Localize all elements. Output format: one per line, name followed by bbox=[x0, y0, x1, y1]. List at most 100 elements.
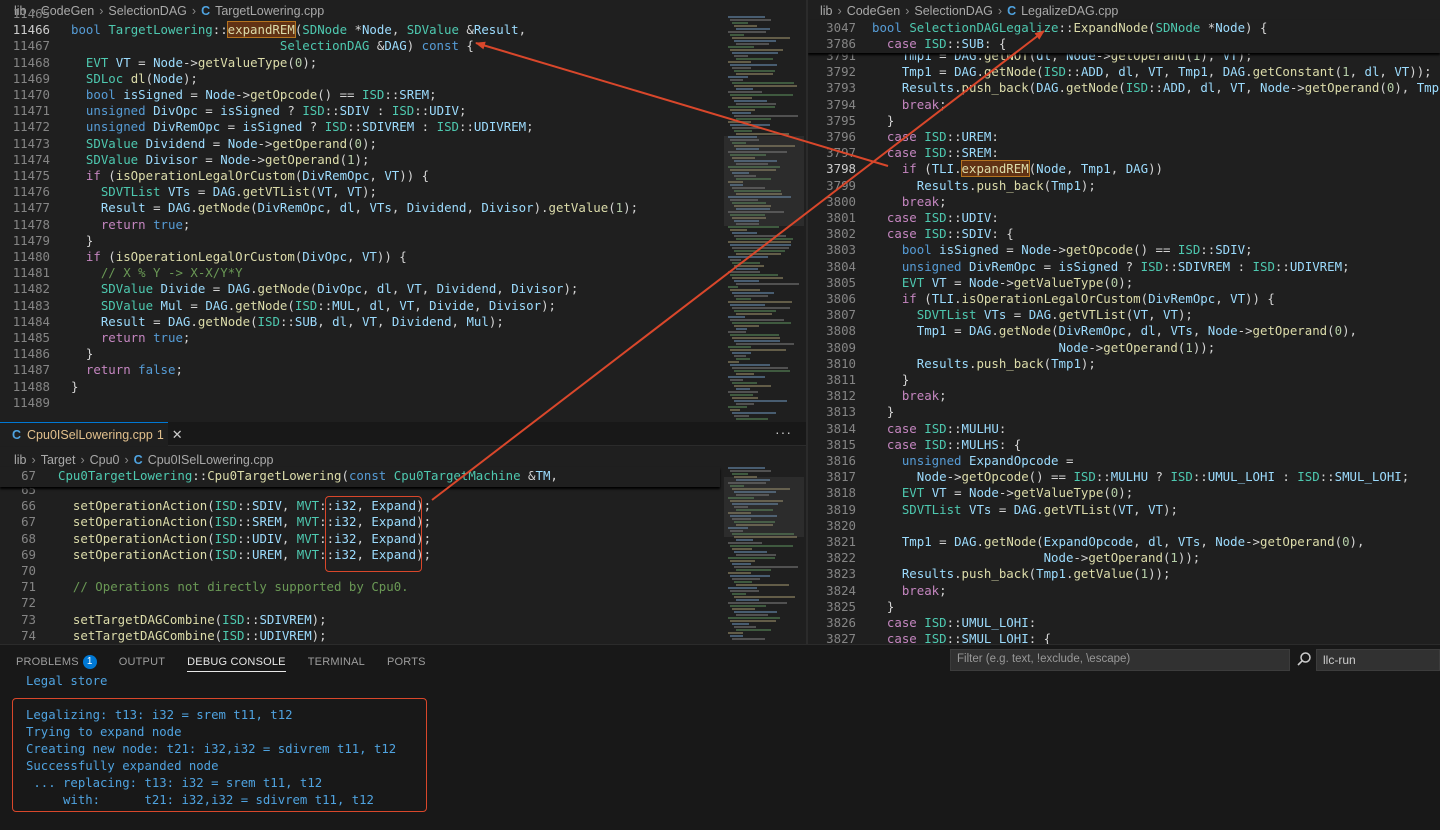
code-line[interactable]: 3806 if (TLI.isOperationLegalOrCustom(Di… bbox=[808, 291, 1440, 307]
code-line[interactable]: 11475 if (isOperationLegalOrCustom(DivRe… bbox=[0, 168, 806, 184]
code-line[interactable]: 11478 return true; bbox=[0, 217, 806, 233]
code-text: Results.push_back(DAG.getNode(ISD::ADD, … bbox=[901, 80, 1440, 96]
breadcrumb-item[interactable]: SelectionDAG bbox=[914, 4, 993, 18]
more-actions-icon[interactable]: ··· bbox=[775, 424, 792, 440]
code-line[interactable]: 3800 break; bbox=[808, 194, 1440, 210]
code-line[interactable]: 11473 SDValue Dividend = Node->getOperan… bbox=[0, 136, 806, 152]
code-line[interactable]: 3822 Node->getOperand(1)); bbox=[808, 550, 1440, 566]
breadcrumb-item[interactable]: LegalizeDAG.cpp bbox=[1021, 4, 1118, 18]
breadcrumb-item[interactable]: CodeGen bbox=[847, 4, 901, 18]
code-line[interactable]: 3802 case ISD::SDIV: { bbox=[808, 226, 1440, 242]
code-line[interactable]: 11467 SelectionDAG &DAG) const { bbox=[0, 38, 806, 54]
code-line[interactable]: 72 bbox=[0, 595, 806, 611]
search-icon[interactable] bbox=[1296, 651, 1312, 667]
panel-tab-output[interactable]: OUTPUT bbox=[119, 652, 165, 672]
code-line[interactable]: 3796 case ISD::UREM: bbox=[808, 129, 1440, 145]
panel-tab-terminal[interactable]: TERMINAL bbox=[308, 652, 365, 672]
code-line[interactable]: 11480 if (isOperationLegalOrCustom(DivOp… bbox=[0, 249, 806, 265]
debug-filter-input[interactable]: Filter (e.g. text, !exclude, \escape) bbox=[950, 649, 1290, 671]
code-line[interactable]: 3810 Results.push_back(Tmp1); bbox=[808, 356, 1440, 372]
code-line[interactable]: 3797 case ISD::SREM: bbox=[808, 145, 1440, 161]
code-line[interactable]: 3793 Results.push_back(DAG.getNode(ISD::… bbox=[808, 80, 1440, 96]
code-line[interactable]: 11484 Result = DAG.getNode(ISD::SUB, dl,… bbox=[0, 314, 806, 330]
breadcrumb-item[interactable]: Target bbox=[41, 453, 76, 467]
sticky-scroll-header[interactable]: 67 Cpu0TargetLowering::Cpu0TargetLowering… bbox=[0, 467, 720, 487]
editor-legalize-dag[interactable]: lib › CodeGen › SelectionDAG › C LegalizeDA… bbox=[808, 0, 1440, 644]
code-line[interactable]: 11482 SDValue Divide = DAG.getNode(DivOp… bbox=[0, 281, 806, 297]
code-line[interactable]: 11476 SDVTList VTs = DAG.getVTList(VT, V… bbox=[0, 184, 806, 200]
code-line[interactable]: 3799 Results.push_back(Tmp1); bbox=[808, 178, 1440, 194]
minimap-line bbox=[736, 298, 751, 300]
breadcrumb-item[interactable]: lib bbox=[14, 453, 27, 467]
line-number: 3813 bbox=[826, 404, 856, 420]
code-line[interactable]: 11472 unsigned DivRemOpc = isSigned ? IS… bbox=[0, 119, 806, 135]
code-line[interactable]: 3801 case ISD::UDIV: bbox=[808, 210, 1440, 226]
minimap-line bbox=[734, 596, 795, 598]
sticky-scroll-header[interactable]: 3047 bool SelectionDAGLegalize::ExpandNod… bbox=[808, 20, 1440, 53]
code-line[interactable]: 11470 bool isSigned = Node->getOpcode() … bbox=[0, 87, 806, 103]
editor-target-lowering[interactable]: lib › CodeGen › SelectionDAG › C TargetLowe… bbox=[0, 0, 806, 422]
code-area[interactable]: 3791 Tmp1 = DAG.getNOT(dl, Node->getOper… bbox=[808, 20, 1440, 644]
code-line[interactable]: 3809 Node->getOperand(1)); bbox=[808, 340, 1440, 356]
minimap-viewport[interactable] bbox=[724, 477, 804, 537]
debug-session-select[interactable]: llc-run bbox=[1316, 649, 1440, 671]
code-line[interactable]: 74 setTargetDAGCombine(ISD::UDIVREM); bbox=[0, 628, 806, 644]
code-line[interactable]: 11488} bbox=[0, 379, 806, 395]
code-line[interactable]: 3827 case ISD::SMUL_LOHI: { bbox=[808, 631, 1440, 644]
code-line[interactable]: 11474 SDValue Divisor = Node->getOperand… bbox=[0, 152, 806, 168]
code-line[interactable]: 3814 case ISD::MULHU: bbox=[808, 421, 1440, 437]
code-line[interactable]: 3824 break; bbox=[808, 583, 1440, 599]
code-line[interactable]: 3821 Tmp1 = DAG.getNode(ExpandOpcode, dl… bbox=[808, 534, 1440, 550]
minimap-viewport[interactable] bbox=[724, 136, 804, 226]
code-line[interactable]: 3819 SDVTList VTs = DAG.getVTList(VT, VT… bbox=[808, 502, 1440, 518]
code-line[interactable]: 3818 EVT VT = Node->getValueType(0); bbox=[808, 485, 1440, 501]
code-line[interactable]: 11466 bool TargetLowering::expandREM(SDNo… bbox=[0, 21, 806, 39]
code-line[interactable]: 11483 SDValue Mul = DAG.getNode(ISD::MUL… bbox=[0, 298, 806, 314]
panel-tab-ports[interactable]: PORTS bbox=[387, 652, 426, 672]
code-line[interactable]: 3811 } bbox=[808, 372, 1440, 388]
code-line[interactable]: 3803 bool isSigned = Node->getOpcode() =… bbox=[808, 242, 1440, 258]
code-line[interactable]: 71 // Operations not directly supported … bbox=[0, 579, 806, 595]
code-line[interactable]: 11489 bbox=[0, 395, 806, 411]
code-area[interactable]: 11465 11466 bool TargetLowering::expandREM… bbox=[0, 6, 806, 422]
code-line[interactable]: 3808 Tmp1 = DAG.getNode(DivRemOpc, dl, V… bbox=[808, 323, 1440, 339]
line-number: 73 bbox=[21, 611, 36, 627]
code-line[interactable]: 3798 if (TLI.expandREM(Node, Tmp1, DAG)) bbox=[808, 160, 1440, 178]
code-line[interactable]: 3815 case ISD::MULHS: { bbox=[808, 437, 1440, 453]
minimap[interactable] bbox=[724, 16, 804, 422]
panel-tab-problems[interactable]: PROBLEMS 1 bbox=[16, 652, 97, 672]
code-line[interactable]: 3795 } bbox=[808, 113, 1440, 129]
breadcrumb-item[interactable]: Cpu0 bbox=[90, 453, 120, 467]
code-line[interactable]: 11481 // X % Y -> X-X/Y*Y bbox=[0, 265, 806, 281]
code-line[interactable]: 11487 return false; bbox=[0, 362, 806, 378]
code-line[interactable]: 3826 case ISD::UMUL_LOHI: bbox=[808, 615, 1440, 631]
code-line[interactable]: 11465 bbox=[0, 6, 806, 22]
tab-cpu0-isel-lowering[interactable]: C Cpu0ISelLowering.cpp 1 ✕ bbox=[0, 422, 183, 446]
code-line[interactable]: 11469 SDLoc dl(Node); bbox=[0, 71, 806, 87]
code-line[interactable]: 3816 unsigned ExpandOpcode = bbox=[808, 453, 1440, 469]
minimap[interactable] bbox=[724, 467, 804, 644]
code-line[interactable]: 11468 EVT VT = Node->getValueType(0); bbox=[0, 55, 806, 71]
code-line[interactable]: 11477 Result = DAG.getNode(DivRemOpc, dl… bbox=[0, 200, 806, 216]
code-line[interactable]: 3817 Node->getOpcode() == ISD::MULHU ? I… bbox=[808, 469, 1440, 485]
close-icon[interactable]: ✕ bbox=[172, 427, 183, 443]
code-line[interactable]: 3825 } bbox=[808, 599, 1440, 615]
code-line[interactable]: 3794 break; bbox=[808, 97, 1440, 113]
breadcrumb-item[interactable]: lib bbox=[820, 4, 833, 18]
code-line[interactable]: 3804 unsigned DivRemOpc = isSigned ? ISD… bbox=[808, 259, 1440, 275]
breadcrumb-item[interactable]: Cpu0ISelLowering.cpp bbox=[148, 453, 274, 467]
code-line[interactable]: 11479 } bbox=[0, 233, 806, 249]
code-line[interactable]: 3813 } bbox=[808, 404, 1440, 420]
code-line[interactable]: 3820 bbox=[808, 518, 1440, 534]
code-line[interactable]: 3823 Results.push_back(Tmp1.getValue(1))… bbox=[808, 566, 1440, 582]
code-line[interactable]: 3792 Tmp1 = DAG.getNode(ISD::ADD, dl, VT… bbox=[808, 64, 1440, 80]
code-line[interactable]: 3805 EVT VT = Node->getValueType(0); bbox=[808, 275, 1440, 291]
panel-tab-debug-console[interactable]: DEBUG CONSOLE bbox=[187, 652, 286, 672]
code-line[interactable]: 3807 SDVTList VTs = DAG.getVTList(VT, VT… bbox=[808, 307, 1440, 323]
code-line[interactable]: 3812 break; bbox=[808, 388, 1440, 404]
code-line[interactable]: 73 setTargetDAGCombine(ISD::SDIVREM); bbox=[0, 612, 806, 628]
line-number: 72 bbox=[21, 595, 36, 611]
code-line[interactable]: 11486 } bbox=[0, 346, 806, 362]
code-line[interactable]: 11471 unsigned DivOpc = isSigned ? ISD::… bbox=[0, 103, 806, 119]
code-line[interactable]: 11485 return true; bbox=[0, 330, 806, 346]
